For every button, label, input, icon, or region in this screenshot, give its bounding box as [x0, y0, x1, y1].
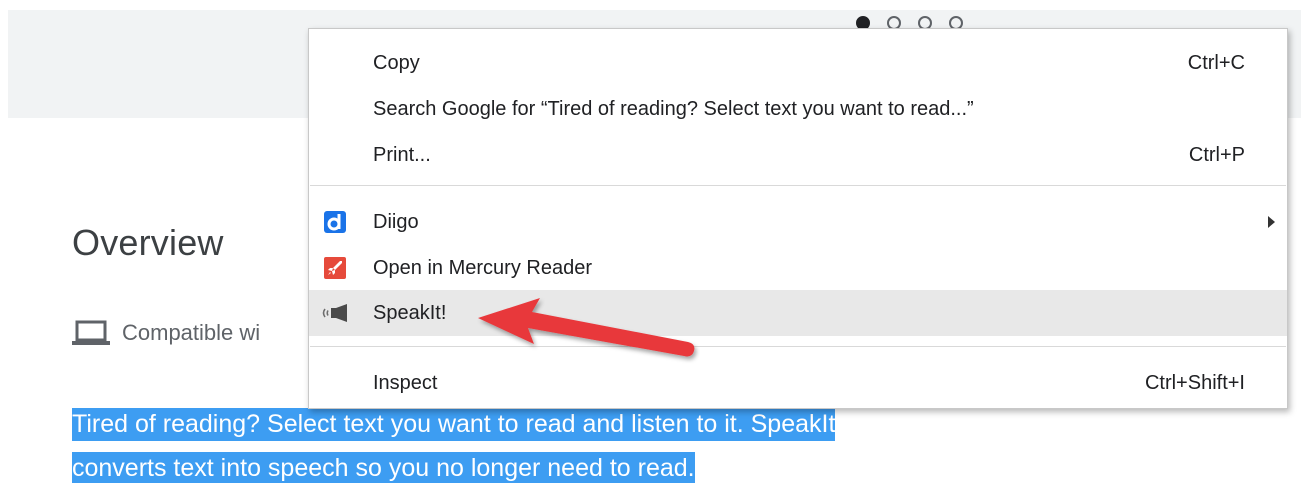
description-line-2: converts text into speech so you no long…	[72, 452, 695, 483]
description-line-1: Tired of reading? Select text you want t…	[72, 408, 836, 441]
menu-item-label: Open in Mercury Reader	[373, 256, 592, 279]
page: Overview Compatible wi Tired of reading?…	[0, 0, 1301, 483]
menu-item-diigo[interactable]: Diigo	[309, 199, 1287, 245]
submenu-arrow-icon	[1268, 216, 1275, 228]
compatibility-text: Compatible wi	[122, 320, 261, 345]
menu-item-label: SpeakIt!	[373, 301, 447, 324]
menu-item-search-google[interactable]: Search Google for “Tired of reading? Sel…	[309, 86, 1287, 132]
red-arrow-annotation	[478, 298, 695, 357]
menu-item-label: Diigo	[373, 210, 419, 233]
menu-item-label: Search Google for “Tired of reading? Sel…	[373, 97, 974, 120]
mercury-rocket-icon	[324, 257, 346, 279]
menu-item-label: Print...	[373, 143, 431, 166]
menu-item-print[interactable]: Print... Ctrl+P	[309, 132, 1287, 178]
compatibility-row: Compatible wi	[72, 318, 260, 348]
menu-item-shortcut: Ctrl+C	[1187, 51, 1245, 74]
menu-item-shortcut: Ctrl+P	[1188, 143, 1245, 166]
menu-item-mercury-reader[interactable]: Open in Mercury Reader	[309, 245, 1287, 291]
menu-item-shortcut: Ctrl+Shift+I	[1144, 371, 1245, 394]
overview-heading: Overview	[72, 222, 224, 263]
speaker-icon	[322, 304, 347, 322]
menu-item-copy[interactable]: Copy Ctrl+C	[309, 40, 1287, 86]
menu-separator	[310, 346, 1286, 347]
diigo-icon	[324, 211, 346, 233]
laptop-icon	[72, 320, 110, 345]
menu-item-label: Inspect	[373, 371, 438, 394]
menu-item-label: Copy	[373, 51, 420, 74]
menu-item-inspect[interactable]: Inspect Ctrl+Shift+I	[309, 360, 1287, 406]
description-selected-text[interactable]: Tired of reading? Select text you want t…	[72, 402, 1172, 483]
menu-separator	[310, 185, 1286, 186]
context-menu: Copy Ctrl+C Search Google for “Tired of …	[308, 28, 1288, 409]
menu-item-speakit[interactable]: SpeakIt!	[309, 290, 1287, 336]
